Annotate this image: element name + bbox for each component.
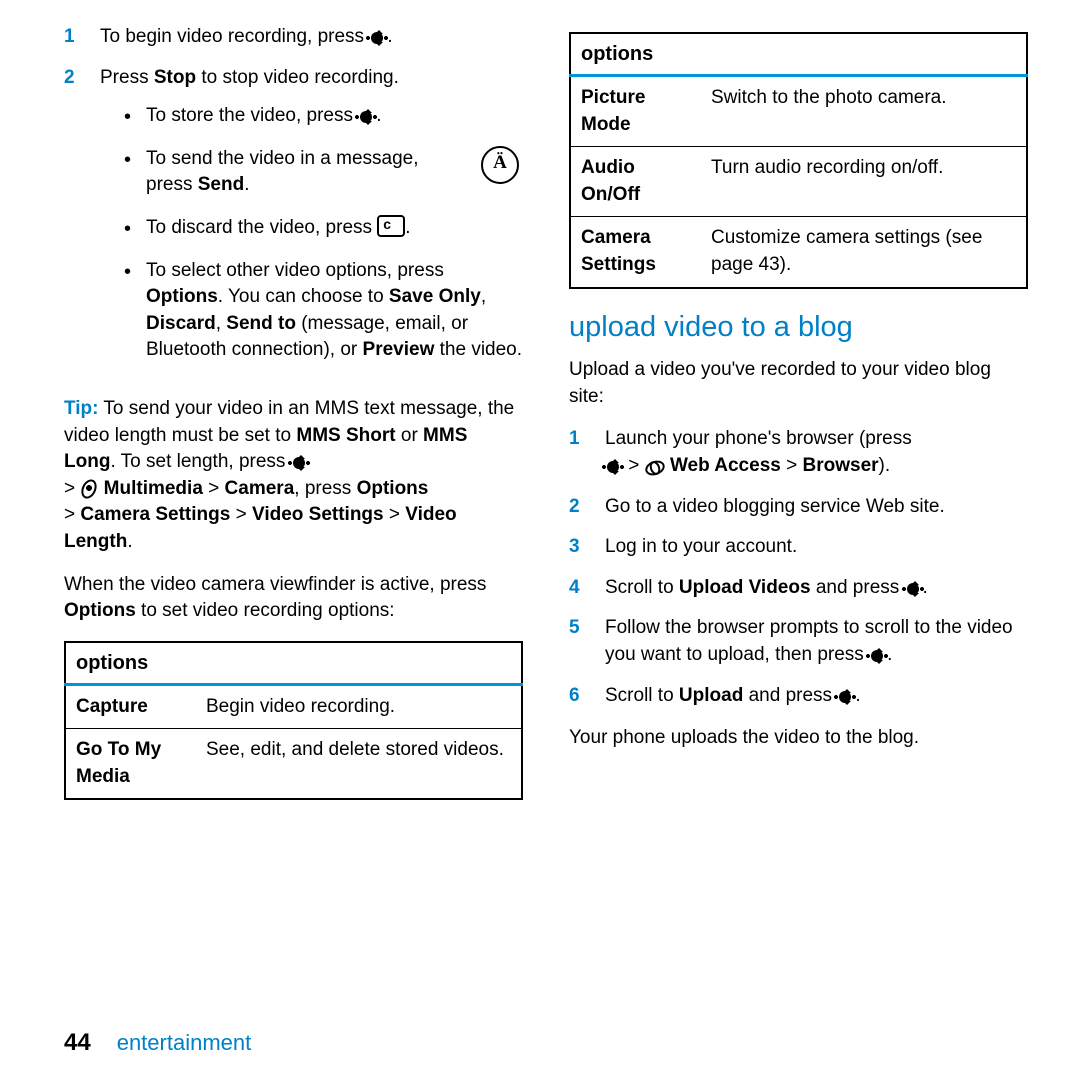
viewfinder-paragraph: When the video camera viewfinder is acti…	[64, 572, 523, 625]
center-key-icon	[291, 452, 309, 470]
center-key-icon	[905, 578, 923, 596]
options-table-right: options Picture ModeSwitch to the photo …	[569, 32, 1028, 289]
intro-paragraph: Upload a video you've recorded to your v…	[569, 357, 1028, 410]
page-number: 44	[64, 1026, 91, 1060]
center-key-icon	[605, 456, 623, 474]
page-footer: 44 entertainment	[64, 1026, 1028, 1060]
step-body: To begin video recording, press .	[100, 24, 523, 51]
clear-key-icon	[377, 215, 405, 237]
step-num: 2	[64, 65, 100, 380]
antenna-icon: Ä	[481, 146, 519, 184]
center-key-icon	[369, 27, 387, 45]
step-num: 1	[64, 24, 100, 51]
center-key-icon	[837, 686, 855, 704]
center-key-icon	[869, 645, 887, 663]
options-table-left: options CaptureBegin video recording. Go…	[64, 641, 523, 801]
multimedia-icon	[80, 479, 98, 497]
web-icon	[645, 459, 665, 473]
left-column: 1 To begin video recording, press . 2 Pr…	[64, 24, 523, 1020]
section-heading: upload video to a blog	[569, 307, 1028, 348]
section-label: entertainment	[117, 1028, 252, 1059]
center-key-icon	[358, 106, 376, 124]
upload-steps: 1Launch your phone's browser (press > We…	[569, 426, 1028, 709]
step-body: Press Stop to stop video recording. To s…	[100, 65, 523, 380]
right-column: options Picture ModeSwitch to the photo …	[569, 24, 1028, 1020]
sub-steps: To store the video, press . ÄTo send the…	[124, 103, 523, 364]
tip-paragraph: Tip: To send your video in an MMS text m…	[64, 396, 523, 556]
outro-paragraph: Your phone uploads the video to the blog…	[569, 725, 1028, 752]
video-steps: 1 To begin video recording, press . 2 Pr…	[64, 24, 523, 380]
